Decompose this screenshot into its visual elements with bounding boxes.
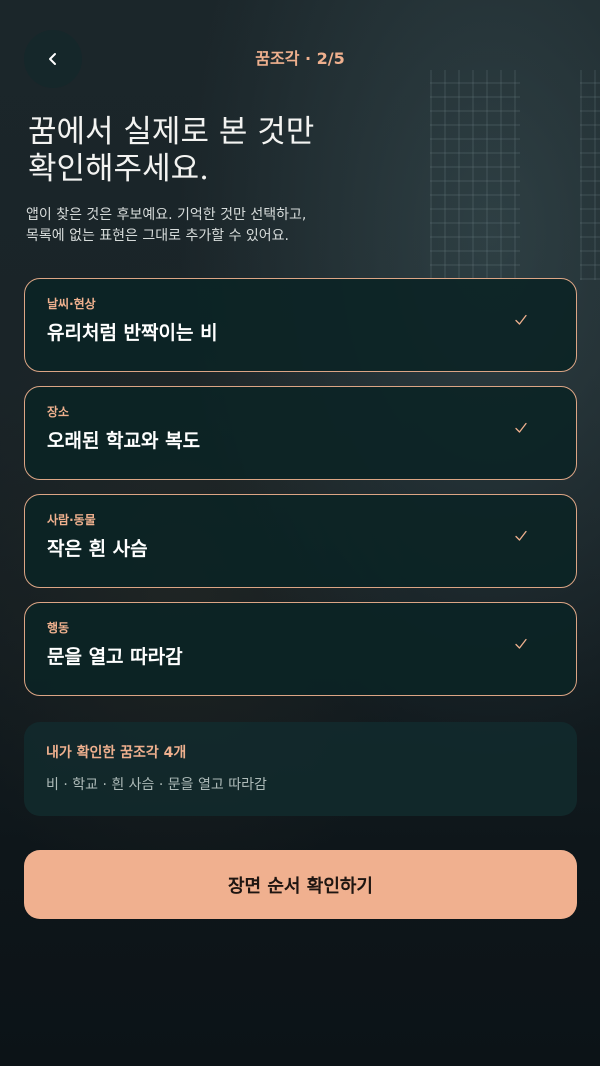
- page-title: 꿈에서 실제로 본 것만 확인해주세요.: [28, 114, 315, 187]
- dream-fragment-card[interactable]: 장소 오래된 학교와 복도: [24, 386, 577, 480]
- confirm-scene-order-button[interactable]: 장면 순서 확인하기: [24, 850, 577, 919]
- dream-fragment-card[interactable]: 행동 문을 열고 따라감: [24, 602, 577, 696]
- summary-title: 내가 확인한 꿈조각 4개: [46, 745, 187, 761]
- step-title: 꿈조각 · 2/5: [255, 49, 345, 68]
- checkmark-icon: [515, 638, 527, 649]
- card-value: 오래된 학교와 복도: [47, 430, 201, 452]
- dream-fragment-card[interactable]: 사람·동물 작은 흰 사슴: [24, 494, 577, 588]
- checkmark-icon: [515, 530, 527, 541]
- card-value: 유리처럼 반짝이는 비: [47, 322, 218, 344]
- confirmed-summary-panel: 내가 확인한 꿈조각 4개 비 · 학교 · 흰 사슴 · 문을 열고 따라감: [24, 722, 577, 816]
- summary-text: 비 · 학교 · 흰 사슴 · 문을 열고 따라감: [46, 777, 267, 793]
- card-category: 행동: [47, 621, 70, 635]
- card-category: 장소: [47, 405, 70, 419]
- card-category: 사람·동물: [47, 513, 96, 527]
- window-lattice-decoration: [580, 70, 600, 280]
- page-subtitle: 앱이 찾은 것은 후보예요. 기억한 것만 선택하고, 목록에 없는 표현은 그…: [26, 207, 307, 244]
- checkmark-icon: [515, 314, 527, 325]
- dream-fragment-card[interactable]: 날씨·현상 유리처럼 반짝이는 비: [24, 278, 577, 372]
- header: 꿈조각 · 2/5: [24, 30, 576, 88]
- card-category: 날씨·현상: [47, 297, 96, 311]
- card-value: 문을 열고 따라감: [47, 646, 183, 668]
- checkmark-icon: [515, 422, 527, 433]
- card-value: 작은 흰 사슴: [47, 538, 148, 560]
